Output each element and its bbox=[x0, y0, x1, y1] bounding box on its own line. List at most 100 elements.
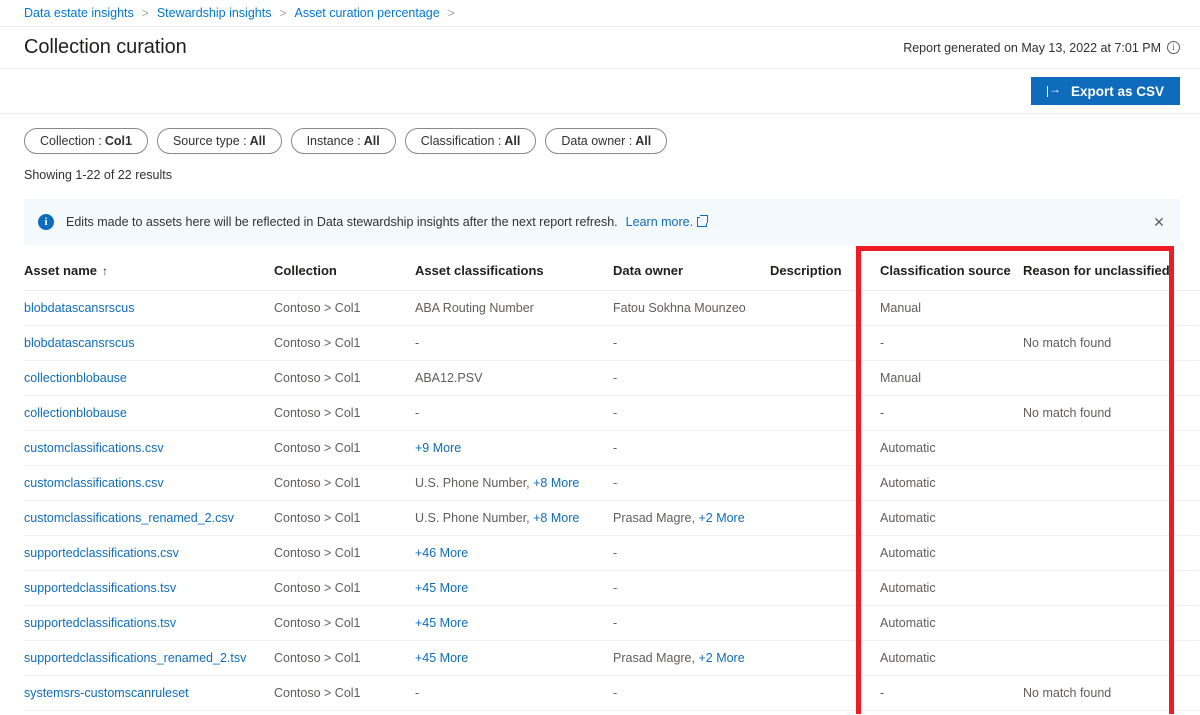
asset-name-link[interactable]: supportedclassifications.tsv bbox=[24, 581, 176, 595]
asset-name-link[interactable]: supportedclassifications.csv bbox=[24, 546, 179, 560]
column-header-reason-for-unclassified[interactable]: Reason for unclassified bbox=[1023, 257, 1200, 291]
table-row[interactable]: customclassifications.csvContoso > Col1U… bbox=[24, 466, 1200, 501]
filter-pill-source-type[interactable]: Source type :All bbox=[157, 128, 282, 154]
data-owner-more-link[interactable]: +2 More bbox=[698, 511, 744, 525]
data-owner-more-link[interactable]: +2 More bbox=[698, 651, 744, 665]
table-row[interactable]: supportedclassifications.tsvContoso > Co… bbox=[24, 606, 1200, 641]
table-row[interactable]: systemsrs-customscanrulesetContoso > Col… bbox=[24, 711, 1200, 715]
asset-classifications-more-link[interactable]: +45 More bbox=[415, 581, 468, 595]
asset-name-link[interactable]: supportedclassifications.tsv bbox=[24, 616, 176, 630]
breadcrumb: Data estate insights > Stewardship insig… bbox=[0, 0, 1200, 27]
export-as-csv-button[interactable]: Export as CSV bbox=[1031, 77, 1180, 105]
column-header-collection[interactable]: Collection bbox=[274, 257, 415, 291]
table-row[interactable]: customclassifications_renamed_2.csvConto… bbox=[24, 501, 1200, 536]
learn-more-link[interactable]: Learn more. bbox=[626, 215, 707, 229]
column-header-classification-source[interactable]: Classification source bbox=[880, 257, 1023, 291]
cell-description bbox=[770, 326, 880, 361]
cell-reason-for-unclassified bbox=[1023, 606, 1200, 641]
asset-name-link[interactable]: blobdatascansrscus bbox=[24, 301, 134, 315]
asset-name-link[interactable]: systemsrs-customscanruleset bbox=[24, 686, 189, 700]
asset-classifications-more-link[interactable]: +45 More bbox=[415, 651, 468, 665]
filter-pill-instance-value: All bbox=[364, 134, 380, 148]
asset-classification-value: - bbox=[415, 406, 419, 420]
asset-name-link[interactable]: blobdatascansrscus bbox=[24, 336, 134, 350]
external-link-icon bbox=[697, 217, 707, 227]
cell-reason-for-unclassified bbox=[1023, 291, 1200, 326]
asset-name-link[interactable]: customclassifications.csv bbox=[24, 441, 164, 455]
asset-name-link[interactable]: customclassifications_renamed_2.csv bbox=[24, 511, 234, 525]
table-row[interactable]: supportedclassifications.tsvContoso > Co… bbox=[24, 571, 1200, 606]
breadcrumb-item-data-estate-insights[interactable]: Data estate insights bbox=[24, 6, 134, 20]
cell-asset-classifications: U.S. Phone Number, +8 More bbox=[415, 501, 613, 536]
column-header-asset-classifications[interactable]: Asset classifications bbox=[415, 257, 613, 291]
cell-data-owner: Prasad Magre, +2 More bbox=[613, 501, 770, 536]
info-banner: Edits made to assets here will be reflec… bbox=[24, 199, 1180, 245]
cell-classification-source: - bbox=[880, 711, 1023, 715]
results-summary: Showing 1-22 of 22 results bbox=[0, 154, 1200, 182]
breadcrumb-separator-icon: > bbox=[142, 6, 149, 20]
info-circle-icon[interactable] bbox=[1167, 41, 1180, 54]
filter-pill-data-owner[interactable]: Data owner :All bbox=[545, 128, 667, 154]
asset-classifications-more-link[interactable]: +9 More bbox=[415, 441, 461, 455]
cell-classification-source: Automatic bbox=[880, 606, 1023, 641]
filter-pill-classification[interactable]: Classification :All bbox=[405, 128, 537, 154]
cell-description bbox=[770, 431, 880, 466]
asset-name-link[interactable]: customclassifications.csv bbox=[24, 476, 164, 490]
filter-pill-classification-value: All bbox=[504, 134, 520, 148]
cell-asset-classifications: - bbox=[415, 676, 613, 711]
cell-reason-for-unclassified bbox=[1023, 361, 1200, 396]
page-header: Collection curation Report generated on … bbox=[0, 27, 1200, 69]
asset-classifications-more-link[interactable]: +8 More bbox=[533, 476, 579, 490]
cell-description bbox=[770, 711, 880, 715]
export-as-csv-label: Export as CSV bbox=[1071, 84, 1164, 99]
asset-classifications-more-link[interactable]: +45 More bbox=[415, 616, 468, 630]
table-row[interactable]: blobdatascansrscusContoso > Col1ABA Rout… bbox=[24, 291, 1200, 326]
learn-more-label: Learn more. bbox=[626, 215, 693, 229]
data-owner-value: - bbox=[613, 616, 617, 630]
column-header-asset-name[interactable]: Asset name↑ bbox=[24, 257, 274, 291]
asset-classifications-more-link[interactable]: +46 More bbox=[415, 546, 468, 560]
cell-collection: Contoso > Col1 bbox=[274, 676, 415, 711]
table-row[interactable]: collectionblobauseContoso > Col1---No ma… bbox=[24, 396, 1200, 431]
cell-collection: Contoso > Col1 bbox=[274, 431, 415, 466]
breadcrumb-item-stewardship-insights[interactable]: Stewardship insights bbox=[157, 6, 272, 20]
breadcrumb-item-asset-curation-percentage[interactable]: Asset curation percentage bbox=[294, 6, 439, 20]
table-header-row: Asset name↑ Collection Asset classificat… bbox=[24, 257, 1200, 291]
assets-table: Asset name↑ Collection Asset classificat… bbox=[24, 257, 1200, 715]
cell-classification-source: - bbox=[880, 396, 1023, 431]
export-icon bbox=[1047, 86, 1062, 97]
table-row[interactable]: collectionblobauseContoso > Col1ABA12.PS… bbox=[24, 361, 1200, 396]
cell-asset-classifications: +46 More bbox=[415, 536, 613, 571]
cell-asset-name: customclassifications.csv bbox=[24, 431, 274, 466]
filter-pill-collection[interactable]: Collection :Col1 bbox=[24, 128, 148, 154]
table-row[interactable]: supportedclassifications_renamed_2.tsvCo… bbox=[24, 641, 1200, 676]
table-row[interactable]: blobdatascansrscusContoso > Col1---No ma… bbox=[24, 326, 1200, 361]
asset-name-link[interactable]: supportedclassifications_renamed_2.tsv bbox=[24, 651, 246, 665]
filter-pill-source-type-value: All bbox=[250, 134, 266, 148]
cell-asset-name: blobdatascansrscus bbox=[24, 326, 274, 361]
cell-classification-source: - bbox=[880, 326, 1023, 361]
asset-name-link[interactable]: collectionblobause bbox=[24, 371, 127, 385]
table-row[interactable]: customclassifications.csv Contoso > Col1+… bbox=[24, 431, 1200, 466]
table-row[interactable]: supportedclassifications.csvContoso > Co… bbox=[24, 536, 1200, 571]
command-bar: Export as CSV bbox=[0, 69, 1200, 114]
cell-data-owner: - bbox=[613, 571, 770, 606]
cell-data-owner: - bbox=[613, 466, 770, 501]
column-header-description[interactable]: Description bbox=[770, 257, 880, 291]
breadcrumb-separator-icon: > bbox=[279, 6, 286, 20]
filter-pill-instance[interactable]: Instance :All bbox=[291, 128, 396, 154]
cell-data-owner: - bbox=[613, 361, 770, 396]
asset-classifications-more-link[interactable]: +8 More bbox=[533, 511, 579, 525]
column-header-data-owner[interactable]: Data owner bbox=[613, 257, 770, 291]
cell-data-owner: - bbox=[613, 396, 770, 431]
table-row[interactable]: systemsrs-customscanruleset Contoso > Col… bbox=[24, 676, 1200, 711]
close-icon[interactable]: ✕ bbox=[1148, 211, 1170, 233]
cell-classification-source: Automatic bbox=[880, 466, 1023, 501]
cell-reason-for-unclassified: No match found bbox=[1023, 396, 1200, 431]
cell-collection: Contoso > Col1 bbox=[274, 291, 415, 326]
cell-collection: Contoso > Col1 bbox=[274, 361, 415, 396]
asset-classification-value: - bbox=[415, 336, 419, 350]
info-banner-text: Edits made to assets here will be reflec… bbox=[66, 215, 618, 229]
cell-classification-source: Automatic bbox=[880, 641, 1023, 676]
asset-name-link[interactable]: collectionblobause bbox=[24, 406, 127, 420]
